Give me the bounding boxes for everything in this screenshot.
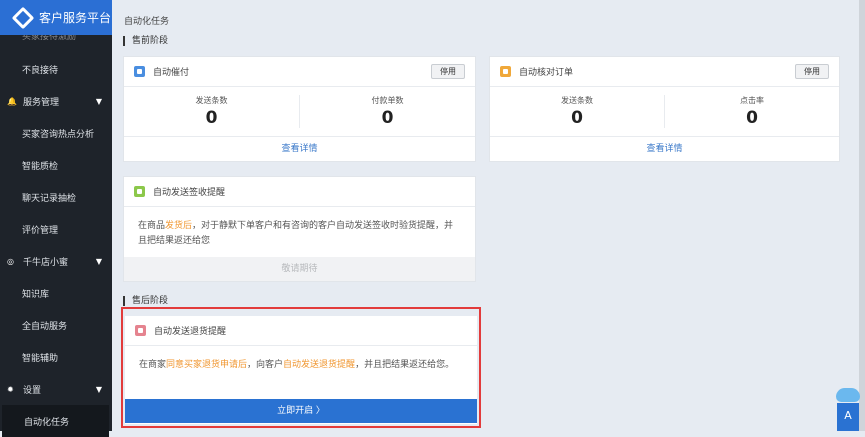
sidebar-item[interactable]: 买家咨询热点分析 (0, 117, 112, 149)
sidebar-item[interactable]: 🔔 服务管理 ▼ (0, 85, 112, 117)
stat-value: 0 (746, 108, 758, 128)
stat-value: 0 (381, 108, 394, 128)
sidebar: 客户服务平台 买家接待激励 不良接待 🔔 服务管理 ▼ 买家咨询热点分析 智能质检聊天记录… (0, 0, 112, 437)
section-title-aftersale: 售后阶段 (123, 296, 168, 306)
card-refund-reminder: 自动发送退货提醒 在商家同意买家退货申请后，向客户自动发送退货提醒，并且把结果返… (125, 316, 477, 424)
card-auto-pay: 自动催付 停用 发送条数 0 付款单数 0 查看详情 (123, 56, 476, 162)
sidebar-item-label: 自动化任务 (24, 417, 70, 428)
order-icon (500, 66, 511, 77)
sidebar-item[interactable]: 聊天记录抽检 (0, 181, 112, 213)
brand-header[interactable]: 客户服务平台 (0, 0, 112, 35)
sidebar-item-label: 服务管理 (23, 97, 60, 108)
sidebar-item[interactable]: 自动化任务 (2, 405, 109, 437)
scrollbar[interactable] (859, 0, 865, 431)
card-title: 自动催付 (153, 68, 190, 78)
chevron-down-icon: ▼ (95, 96, 102, 106)
card-auto-order-check: 自动核对订单 停用 发送条数 0 点击率 0 查看详情 (489, 56, 840, 162)
stat-value: 0 (571, 108, 583, 128)
view-details-link[interactable]: 查看详情 (124, 137, 475, 161)
sidebar-item-label: 评价管理 (22, 225, 59, 236)
stat-label: 点击率 (740, 96, 764, 105)
chevron-down-icon: ▼ (95, 384, 102, 394)
sidebar-item[interactable]: 评价管理 (0, 213, 112, 245)
logo-icon (14, 9, 32, 27)
stat-label: 发送条数 (195, 96, 228, 105)
highlight-box: 自动发送退货提醒 在商家同意买家退货申请后，向客户自动发送退货提醒，并且把结果返… (121, 307, 481, 428)
disable-button[interactable]: 停用 (431, 64, 465, 79)
sidebar-item[interactable]: 智能辅助 (0, 341, 112, 373)
enable-now-button[interactable]: 立即开启 〉 (125, 399, 477, 423)
sidebar-item-label: 千牛店小蜜 (23, 257, 69, 268)
card-description: 在商品发货后，对于静默下单客户和有咨询的客户自动发送签收时验货提醒，并且把结果返… (138, 221, 454, 246)
sidebar-item-label: 买家咨询热点分析 (22, 129, 95, 140)
robot-icon: ◎ (7, 256, 14, 266)
breadcrumb: 自动化任务 (124, 17, 170, 27)
sidebar-item-label: 设置 (23, 385, 42, 396)
assistant-mascot-icon[interactable]: A (836, 388, 860, 431)
sidebar-item-label: 聊天记录抽检 (22, 193, 77, 204)
sidebar-item-label: 全自动服务 (22, 321, 68, 332)
bell-icon: 🔔 (7, 96, 17, 106)
sidebar-item[interactable]: ✹ 设置 ▼ (0, 373, 112, 405)
coming-soon-button: 敬请期待 (124, 257, 475, 281)
stat-value: 0 (205, 108, 218, 128)
sidebar-item[interactable]: 不良接待 (0, 53, 112, 85)
sidebar-item-label: 智能辅助 (22, 353, 59, 364)
app-title: 客户服务平台 (39, 11, 112, 25)
card-title: 自动发送退货提醒 (154, 327, 227, 337)
stat-label: 发送条数 (561, 96, 593, 105)
card-description: 在商家同意买家退货申请后，向客户自动发送退货提醒，并且把结果返还给您。 (139, 360, 455, 370)
sidebar-item[interactable]: ◎ 千牛店小蜜 ▼ (0, 245, 112, 277)
leaf-icon (134, 186, 145, 197)
sidebar-nav: 买家接待激励 不良接待 🔔 服务管理 ▼ 买家咨询热点分析 智能质检聊天记录抽检 评价管理 ◎… (0, 35, 112, 437)
refund-icon (135, 325, 146, 336)
card-title: 自动核对订单 (519, 68, 574, 78)
pay-icon (134, 66, 145, 77)
sidebar-item[interactable]: 知识库 (0, 277, 112, 309)
stat-label: 付款单数 (371, 96, 404, 105)
sidebar-item-label: 不良接待 (22, 65, 59, 76)
section-title-presale: 售前阶段 (123, 36, 168, 46)
card-sign-reminder: 自动发送签收提醒 在商品发货后，对于静默下单客户和有咨询的客户自动发送签收时验货… (123, 176, 476, 282)
chevron-down-icon: ▼ (95, 256, 102, 266)
sidebar-item-label: 知识库 (22, 289, 50, 300)
sidebar-item[interactable]: 智能质检 (0, 149, 112, 181)
gear-icon: ✹ (7, 384, 14, 394)
sidebar-item[interactable]: 全自动服务 (0, 309, 112, 341)
sidebar-item-label: 智能质检 (22, 161, 59, 172)
view-details-link[interactable]: 查看详情 (490, 137, 839, 161)
disable-button[interactable]: 停用 (795, 64, 829, 79)
sidebar-item-partial[interactable]: 买家接待激励 (0, 35, 112, 53)
card-title: 自动发送签收提醒 (153, 188, 226, 198)
